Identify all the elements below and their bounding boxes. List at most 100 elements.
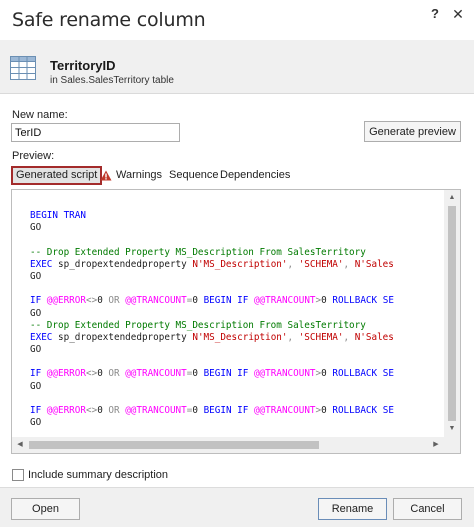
script-line bbox=[30, 393, 444, 405]
rename-button[interactable]: Rename bbox=[318, 498, 387, 520]
scroll-left-icon[interactable]: ◀ bbox=[12, 437, 28, 453]
script-token: <> bbox=[85, 295, 98, 307]
script-token: BEGIN IF bbox=[203, 368, 254, 380]
script-token: ROLLBACK SE bbox=[332, 405, 394, 416]
script-token: N'MS_Description' bbox=[192, 258, 288, 270]
script-token: GO bbox=[30, 307, 42, 319]
scrollbar-corner bbox=[444, 437, 460, 453]
title-bar: Safe rename column ? ✕ bbox=[0, 0, 474, 40]
script-token: , bbox=[343, 258, 355, 270]
script-token: @@ERROR bbox=[46, 405, 86, 416]
tab-dependencies[interactable]: Dependencies bbox=[217, 166, 293, 185]
script-token: IF bbox=[30, 405, 47, 416]
script-line: GO bbox=[30, 308, 444, 320]
column-name: TerritoryID bbox=[50, 58, 116, 73]
script-token: GO bbox=[30, 344, 42, 356]
column-location: in Sales.SalesTerritory table bbox=[50, 75, 174, 86]
scroll-up-icon[interactable]: ▲ bbox=[444, 190, 460, 206]
script-token: @@TRANCOUNT bbox=[125, 368, 187, 380]
scroll-right-icon[interactable]: ▶ bbox=[428, 437, 444, 453]
script-line: GO bbox=[30, 271, 444, 283]
script-token: 0 bbox=[192, 295, 204, 307]
script-line: -- Drop Extended Property MS_Description… bbox=[30, 320, 444, 332]
preview-label: Preview: bbox=[12, 150, 55, 162]
script-token: 'SCHEMA' bbox=[298, 331, 344, 343]
script-line: IF @@ERROR<>0 OR @@TRANCOUNT=0 BEGIN IF … bbox=[30, 295, 444, 307]
scroll-down-icon[interactable]: ▼ bbox=[444, 421, 460, 437]
script-token: GO bbox=[30, 222, 42, 234]
new-name-label: New name: bbox=[12, 109, 68, 121]
script-token: 0 bbox=[97, 295, 109, 307]
script-token: -- Drop Extended Property MS_Description… bbox=[30, 246, 366, 258]
script-token: IF bbox=[30, 295, 47, 307]
tab-generated-script[interactable]: Generated script bbox=[11, 166, 103, 185]
vertical-scrollbar[interactable]: ▲ ▼ bbox=[444, 190, 460, 437]
script-token: BEGIN IF bbox=[203, 405, 254, 416]
script-token: ROLLBACK SE bbox=[332, 368, 394, 380]
script-token: 0 bbox=[97, 368, 109, 380]
script-line bbox=[30, 234, 444, 246]
script-line: EXEC sp_dropextendedproperty N'MS_Descri… bbox=[30, 259, 444, 271]
dialog-title: Safe rename column bbox=[12, 9, 206, 31]
script-token: EXEC bbox=[30, 331, 58, 343]
script-token: <> bbox=[85, 405, 98, 416]
script-preview[interactable]: BEGIN TRAN GO -- Drop Extended Property M… bbox=[11, 189, 461, 454]
script-token: IF bbox=[30, 368, 47, 380]
script-token: 0 bbox=[321, 295, 333, 307]
include-summary-label: Include summary description bbox=[28, 469, 169, 481]
script-token: @@ERROR bbox=[46, 368, 86, 380]
script-token: GO bbox=[30, 270, 42, 282]
table-icon bbox=[10, 56, 36, 80]
script-token: -- Drop Extended Property MS_Description… bbox=[30, 319, 366, 331]
script-line: GO bbox=[30, 381, 444, 393]
dialog-footer: Open Rename Cancel bbox=[0, 487, 474, 527]
script-token: GO bbox=[30, 380, 42, 392]
script-line bbox=[30, 283, 444, 295]
script-token: BEGIN IF bbox=[203, 295, 254, 307]
open-button[interactable]: Open bbox=[11, 498, 80, 520]
tab-warnings[interactable]: Warnings bbox=[113, 166, 165, 185]
vertical-scroll-thumb[interactable] bbox=[448, 206, 456, 421]
script-token: 0 bbox=[192, 405, 204, 416]
script-token: @@TRANCOUNT bbox=[253, 295, 316, 307]
script-token: BEGIN TRAN bbox=[30, 210, 86, 221]
script-token: 0 bbox=[97, 405, 109, 416]
script-token: @@TRANCOUNT bbox=[125, 295, 187, 307]
new-name-input[interactable] bbox=[11, 123, 180, 142]
script-token: sp_dropextendedproperty bbox=[58, 258, 193, 270]
script-token: ROLLBACK SE bbox=[332, 295, 394, 307]
script-line: BEGIN TRAN bbox=[30, 210, 444, 222]
script-token: GO bbox=[30, 417, 42, 429]
script-token: @@ERROR bbox=[46, 295, 86, 307]
cancel-button[interactable]: Cancel bbox=[393, 498, 462, 520]
script-token: <> bbox=[85, 368, 98, 380]
include-summary-checkbox[interactable] bbox=[12, 469, 24, 481]
script-line: IF @@ERROR<>0 OR @@TRANCOUNT=0 BEGIN IF … bbox=[30, 405, 444, 417]
horizontal-scrollbar[interactable]: ◀ ▶ bbox=[12, 437, 444, 453]
script-token: , bbox=[287, 258, 299, 270]
script-token: 0 bbox=[321, 368, 333, 380]
script-token: @@TRANCOUNT bbox=[125, 405, 187, 416]
script-token: EXEC bbox=[30, 258, 58, 270]
warning-icon bbox=[100, 170, 112, 181]
script-line: GO bbox=[30, 344, 444, 356]
script-token: , bbox=[343, 331, 355, 343]
script-token: 0 bbox=[321, 405, 333, 416]
script-token: 0 bbox=[192, 368, 204, 380]
close-button[interactable]: ✕ bbox=[451, 6, 465, 22]
script-token: sp_dropextendedproperty bbox=[58, 331, 193, 343]
script-line: EXEC sp_dropextendedproperty N'MS_Descri… bbox=[30, 332, 444, 344]
script-line: GO bbox=[30, 222, 444, 234]
help-button[interactable]: ? bbox=[428, 6, 442, 22]
script-token: , bbox=[287, 331, 299, 343]
script-token: N'MS_Description' bbox=[192, 331, 288, 343]
script-line: -- Drop Extended Property MS_Description… bbox=[30, 247, 444, 259]
generate-preview-button[interactable]: Generate preview bbox=[364, 121, 461, 142]
tab-sequence[interactable]: Sequence bbox=[166, 166, 222, 185]
script-token: 'SCHEMA' bbox=[298, 258, 344, 270]
horizontal-scroll-thumb[interactable] bbox=[29, 441, 319, 449]
script-line: GO bbox=[30, 417, 444, 429]
script-token: @@TRANCOUNT bbox=[253, 405, 316, 416]
object-header: TerritoryID in Sales.SalesTerritory tabl… bbox=[0, 40, 474, 94]
script-text[interactable]: BEGIN TRAN GO -- Drop Extended Property M… bbox=[30, 210, 444, 436]
